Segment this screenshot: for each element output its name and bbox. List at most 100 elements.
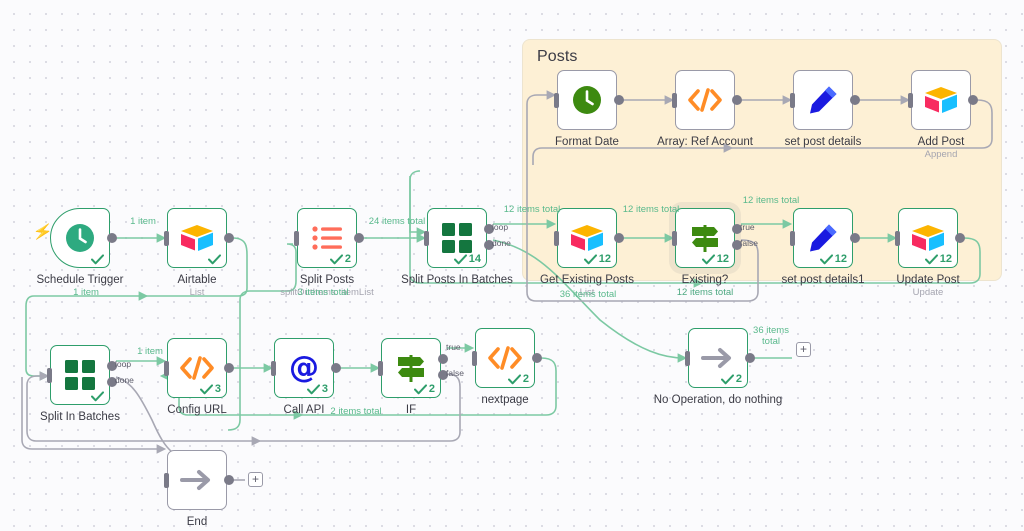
output-port-split-posts[interactable]: [354, 233, 364, 243]
node-body-no-operation[interactable]: 2: [688, 328, 748, 388]
input-port-split-posts-in-batches[interactable]: [424, 231, 429, 246]
node-if[interactable]: 2 IF: [381, 338, 441, 416]
node-label-no-operation: No Operation, do nothing: [643, 394, 793, 407]
port-label-split-in-batches-loop: loop: [115, 359, 132, 369]
wire-label-splitposts-3items: 3 items total: [297, 287, 349, 298]
output-port-config-url[interactable]: [224, 363, 234, 373]
input-port-call-api[interactable]: [271, 361, 276, 376]
node-body-split-posts[interactable]: 2: [297, 208, 357, 268]
add-node-after-end[interactable]: +: [248, 472, 263, 487]
input-port-format-date[interactable]: [554, 93, 559, 108]
node-split-posts[interactable]: 2 Split Posts splitOutItems: itemList: [280, 208, 374, 298]
input-port-nextpage[interactable]: [472, 351, 477, 366]
output-port-set-post-details1[interactable]: [850, 233, 860, 243]
workflow-canvas[interactable]: Posts Schedule Trigger Airtable List 2 S…: [0, 0, 1024, 531]
node-title: Split In Batches: [40, 411, 120, 423]
input-port-split-in-batches[interactable]: [47, 368, 52, 383]
code-icon: [179, 355, 215, 381]
input-port-existing[interactable]: [672, 231, 677, 246]
node-body-split-in-batches[interactable]: [50, 345, 110, 405]
output-port-set-post-details[interactable]: [850, 95, 860, 105]
input-port-add-post[interactable]: [908, 93, 913, 108]
node-body-add-post[interactable]: [911, 70, 971, 130]
node-config-url[interactable]: 3 Config URL: [167, 338, 227, 416]
node-schedule-trigger[interactable]: Schedule Trigger: [37, 208, 123, 286]
input-port-no-operation[interactable]: [685, 351, 690, 366]
node-set-post-details1[interactable]: 12 set post details1: [781, 208, 865, 286]
node-body-set-post-details1[interactable]: 12: [793, 208, 853, 268]
node-airtable[interactable]: Airtable List: [167, 208, 227, 298]
output-port-airtable[interactable]: [224, 233, 234, 243]
wire-label-airtable-loopback: 1 item: [73, 287, 99, 298]
node-title: Split Posts: [299, 274, 355, 286]
input-port-airtable[interactable]: [164, 231, 169, 246]
node-body-update-post[interactable]: 12: [898, 208, 958, 268]
node-body-nextpage[interactable]: 2: [475, 328, 535, 388]
input-port-set-post-details[interactable]: [790, 93, 795, 108]
input-port-config-url[interactable]: [164, 361, 169, 376]
port-label-if-true: true: [446, 342, 461, 352]
switch-icon: [394, 352, 428, 384]
output-port-add-post[interactable]: [968, 95, 978, 105]
node-title: Update Post: [896, 274, 960, 286]
execution-count: 2: [344, 253, 351, 265]
output-port-get-existing-posts[interactable]: [614, 233, 624, 243]
node-body-schedule-trigger[interactable]: [50, 208, 110, 268]
node-body-call-api[interactable]: @3: [274, 338, 334, 398]
node-body-format-date[interactable]: [557, 70, 617, 130]
add-node-after-noop[interactable]: +: [796, 342, 811, 357]
node-update-post[interactable]: 12 Update Post Update: [896, 208, 960, 298]
execution-count: 3: [214, 383, 221, 395]
input-port-update-post[interactable]: [895, 231, 900, 246]
input-port-set-post-details1[interactable]: [790, 231, 795, 246]
output-port-nextpage[interactable]: [532, 353, 542, 363]
output-port-no-operation[interactable]: [745, 353, 755, 363]
node-body-end[interactable]: [167, 450, 227, 510]
port-label-split-posts-in-batches-loop: loop: [492, 222, 509, 232]
node-body-existing[interactable]: 12: [675, 208, 735, 268]
node-body-array-ref-account[interactable]: [675, 70, 735, 130]
node-set-post-details[interactable]: set post details: [785, 70, 861, 148]
input-port-if[interactable]: [378, 361, 383, 376]
node-title: IF: [405, 404, 417, 416]
node-format-date[interactable]: Format Date: [555, 70, 619, 148]
input-port-get-existing-posts[interactable]: [554, 231, 559, 246]
input-port-end[interactable]: [164, 473, 169, 488]
node-body-set-post-details[interactable]: [793, 70, 853, 130]
node-body-split-posts-in-batches[interactable]: 14: [427, 208, 487, 268]
output-port-update-post[interactable]: [955, 233, 965, 243]
airtable-icon: [569, 223, 605, 253]
wire-label-splitposts-out: 24 items total: [368, 216, 426, 227]
port-label-split-posts-in-batches-done: done: [492, 238, 511, 248]
node-array-ref-account[interactable]: Array: Ref Account: [657, 70, 753, 148]
output-port-schedule-trigger[interactable]: [107, 233, 117, 243]
output-port-call-api[interactable]: [331, 363, 341, 373]
node-body-if[interactable]: 2: [381, 338, 441, 398]
node-body-get-existing-posts[interactable]: 12: [557, 208, 617, 268]
output-port-end[interactable]: [224, 475, 234, 485]
port-label-if-false: false: [446, 368, 464, 378]
code-icon: [687, 87, 723, 113]
node-body-config-url[interactable]: 3: [167, 338, 227, 398]
wire-label-trigger-to-airtable: 1 item: [130, 216, 156, 227]
node-end[interactable]: End: [167, 450, 227, 528]
node-title: Add Post: [917, 136, 965, 148]
input-port-split-posts[interactable]: [294, 231, 299, 246]
airtable-icon: [923, 85, 959, 115]
node-add-post[interactable]: Add Post Append: [911, 70, 971, 160]
node-existing[interactable]: 12 Existing? 12 items total: [675, 208, 735, 298]
connection-layer: [21, 90, 993, 481]
wire-label-getexisting-out: 12 items total: [622, 204, 680, 215]
node-split-posts-in-batches[interactable]: 14 Split Posts In Batches: [401, 208, 513, 286]
output-port-if-primary[interactable]: [438, 354, 448, 364]
node-call-api[interactable]: @3 Call API: [274, 338, 334, 416]
execution-count: 12: [939, 253, 952, 265]
node-get-existing-posts[interactable]: 12 Get Existing Posts List: [540, 208, 634, 298]
output-port-format-date[interactable]: [614, 95, 624, 105]
output-port-array-ref-account[interactable]: [732, 95, 742, 105]
node-nextpage[interactable]: 2 nextpage: [475, 328, 535, 406]
input-port-array-ref-account[interactable]: [672, 93, 677, 108]
node-split-in-batches[interactable]: Split In Batches: [40, 345, 120, 423]
node-no-operation[interactable]: 2 No Operation, do nothing: [654, 328, 782, 406]
node-body-airtable[interactable]: [167, 208, 227, 268]
